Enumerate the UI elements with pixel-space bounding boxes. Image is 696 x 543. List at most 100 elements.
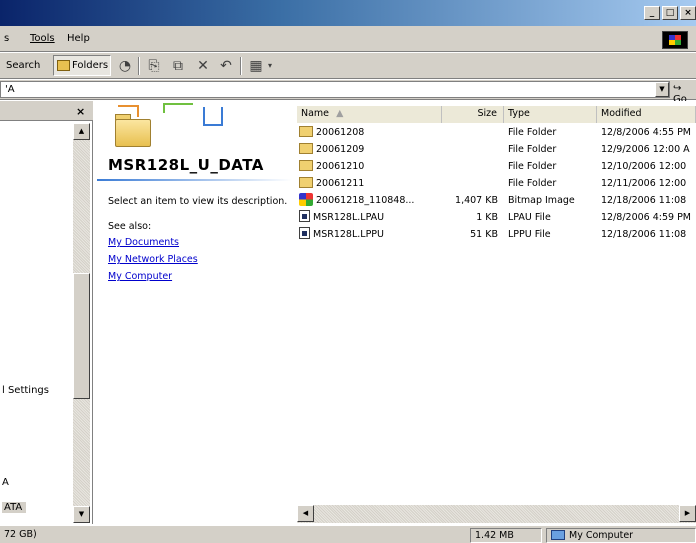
- folders-scrollbar[interactable]: ▲ ▼: [73, 123, 90, 523]
- scroll-right-button[interactable]: ▶: [679, 505, 696, 522]
- column-name-label: Name: [301, 108, 330, 119]
- file-type: File Folder: [508, 144, 557, 155]
- folders-icon: [57, 60, 70, 71]
- scroll-down-button[interactable]: ▼: [73, 506, 90, 523]
- address-bar: 'A ▼ ↪ Go: [0, 80, 696, 105]
- column-header-size[interactable]: Size: [442, 106, 504, 123]
- file-row[interactable]: 20061211 File Folder 12/11/2006 12:00: [297, 176, 696, 193]
- document-icon: [299, 227, 310, 239]
- status-zone-label: My Computer: [569, 530, 634, 541]
- file-name: 20061218_110848...: [316, 195, 415, 206]
- decor-line: [203, 124, 221, 126]
- folder-description: Select an item to view its description.: [108, 196, 288, 207]
- folders-pane: × ▲ ▼ l Settings A ATA: [0, 101, 93, 524]
- folders-button[interactable]: Folders: [53, 55, 111, 76]
- file-type: Bitmap Image: [508, 195, 575, 206]
- file-modified: 12/11/2006 12:00: [601, 178, 687, 189]
- my-computer-icon: [551, 530, 565, 540]
- window-controls: _ □ ×: [644, 6, 696, 20]
- file-list: Name ▲ Size Type Modified 20061208 File F…: [297, 101, 696, 524]
- folder-icon: [299, 160, 313, 171]
- file-row[interactable]: MSR128L.LPPU 51 KB LPPU File 12/18/2006 11:…: [297, 227, 696, 244]
- file-row[interactable]: MSR128L.LPAU 1 KB LPAU File 12/8/2006 4:59 …: [297, 210, 696, 227]
- file-size: 1 KB: [476, 212, 498, 223]
- decor-line: [118, 105, 138, 107]
- file-type: File Folder: [508, 161, 557, 172]
- file-size: 1,407 KB: [455, 195, 498, 206]
- column-header-name[interactable]: Name ▲: [297, 106, 442, 123]
- file-name: MSR128L.LPPU: [313, 229, 384, 240]
- tree-item-selected[interactable]: ATA: [2, 502, 27, 513]
- status-bar: 72 GB) 1.42 MB My Computer: [0, 525, 696, 543]
- status-free-space: 72 GB): [4, 529, 37, 540]
- file-modified: 12/8/2006 4:55 PM: [601, 127, 692, 138]
- scroll-left-button[interactable]: ◀: [297, 505, 314, 522]
- folder-icon: [299, 177, 313, 188]
- file-name: MSR128L.LPAU: [313, 212, 385, 223]
- folder-icon: [299, 126, 313, 137]
- address-input[interactable]: 'A: [0, 81, 670, 98]
- title-bar: _ □ ×: [0, 0, 696, 26]
- file-type: File Folder: [508, 127, 557, 138]
- file-name-cell[interactable]: MSR128L.LPAU: [299, 210, 441, 226]
- menu-tools[interactable]: Tools: [30, 33, 55, 44]
- go-arrow-icon: ↪: [673, 83, 682, 94]
- status-size: 1.42 MB: [470, 528, 542, 543]
- file-name-cell[interactable]: 20061210: [299, 159, 441, 175]
- file-modified: 12/9/2006 12:00 A: [601, 144, 690, 155]
- views-dropdown-icon[interactable]: ▾: [262, 58, 278, 74]
- file-modified: 12/10/2006 12:00: [601, 161, 687, 172]
- toolbar-separator: [240, 57, 242, 75]
- link-my-computer[interactable]: My Computer: [108, 271, 172, 282]
- file-name-cell[interactable]: 20061209: [299, 142, 441, 158]
- link-my-documents[interactable]: My Documents: [108, 237, 179, 248]
- file-type: LPPU File: [508, 229, 551, 240]
- file-name: 20061209: [316, 144, 365, 155]
- decor-line: [203, 107, 205, 125]
- file-modified: 12/18/2006 11:08: [601, 229, 687, 240]
- menu-favorites-partial[interactable]: s: [4, 33, 9, 44]
- history-icon[interactable]: ◔: [117, 58, 133, 74]
- file-name: 20061211: [316, 178, 365, 189]
- scroll-up-button[interactable]: ▲: [73, 123, 90, 140]
- file-modified: 12/18/2006 11:08: [601, 195, 687, 206]
- move-to-icon[interactable]: ⎘: [146, 58, 162, 74]
- menu-help[interactable]: Help: [67, 33, 90, 44]
- sort-ascending-icon: ▲: [336, 108, 344, 119]
- undo-icon[interactable]: ↶: [218, 58, 234, 74]
- tree-item[interactable]: A: [2, 477, 9, 488]
- file-name-cell[interactable]: 20061218_110848...: [299, 193, 441, 209]
- close-pane-icon[interactable]: ×: [76, 105, 85, 118]
- close-button[interactable]: ×: [680, 6, 696, 20]
- windows-logo-icon: [662, 31, 688, 49]
- file-row[interactable]: 20061210 File Folder 12/10/2006 12:00: [297, 159, 696, 176]
- see-also-label: See also:: [108, 221, 152, 232]
- file-name-cell[interactable]: 20061211: [299, 176, 441, 192]
- column-header-type[interactable]: Type: [504, 106, 597, 123]
- column-header-modified[interactable]: Modified: [597, 106, 696, 123]
- status-zone: My Computer: [546, 528, 696, 543]
- folders-label: Folders: [72, 60, 109, 71]
- file-row[interactable]: 20061209 File Folder 12/9/2006 12:00 A: [297, 142, 696, 159]
- file-list-scrollbar[interactable]: ◀ ▶: [297, 505, 696, 523]
- scroll-thumb[interactable]: [73, 273, 90, 399]
- address-dropdown-button[interactable]: ▼: [655, 82, 669, 97]
- file-name-cell[interactable]: MSR128L.LPPU: [299, 227, 441, 243]
- tree-item[interactable]: l Settings: [2, 385, 49, 396]
- maximize-button[interactable]: □: [662, 6, 678, 20]
- document-icon: [299, 210, 310, 222]
- file-size: 51 KB: [470, 229, 498, 240]
- folder-icon: [115, 119, 151, 147]
- bitmap-icon: [299, 193, 313, 206]
- delete-icon[interactable]: ✕: [195, 58, 211, 74]
- file-name: 20061210: [316, 161, 365, 172]
- link-my-network-places[interactable]: My Network Places: [108, 254, 198, 265]
- copy-to-icon[interactable]: ⧉: [170, 58, 186, 74]
- search-button[interactable]: Search: [6, 60, 40, 71]
- file-row[interactable]: 20061218_110848... 1,407 KB Bitmap Image 12…: [297, 193, 696, 210]
- toolbar-separator: [138, 57, 140, 75]
- minimize-button[interactable]: _: [644, 6, 660, 20]
- file-row[interactable]: 20061208 File Folder 12/8/2006 4:55 PM: [297, 125, 696, 142]
- folder-icon: [299, 143, 313, 154]
- file-name-cell[interactable]: 20061208: [299, 125, 441, 141]
